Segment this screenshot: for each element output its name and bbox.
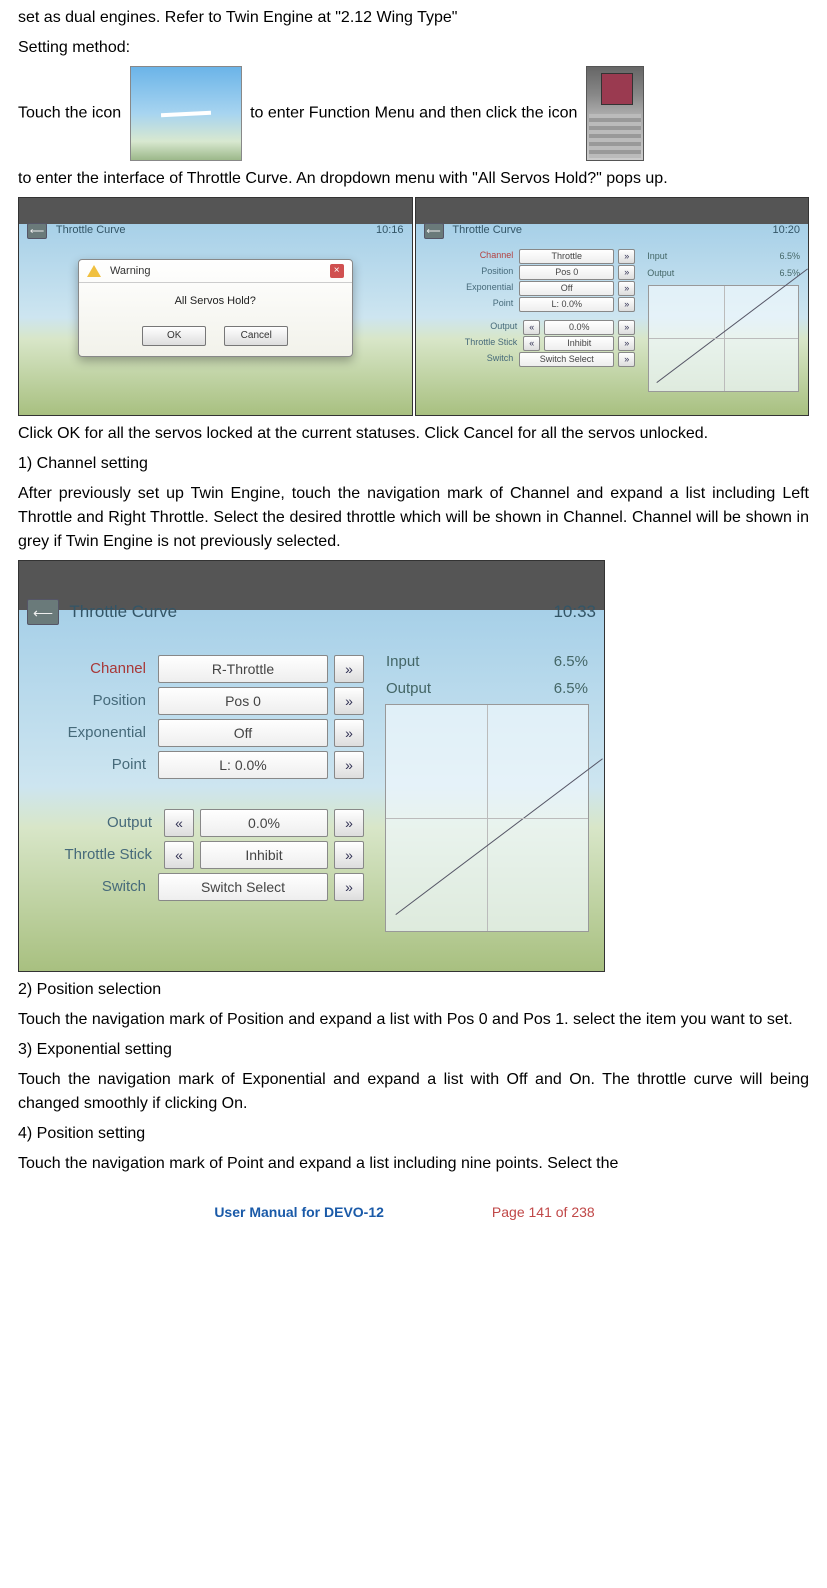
channel-field: Throttle (519, 249, 614, 264)
back-icon[interactable]: ⟵ (27, 223, 47, 239)
input-value: 6.5% (554, 651, 588, 674)
throttle-curve-icon[interactable] (586, 66, 644, 161)
curve-graph (385, 704, 590, 932)
channel-label: Channel (418, 249, 516, 263)
chevron-right-icon[interactable]: » (334, 687, 364, 715)
section4-heading: 4) Position setting (18, 1122, 809, 1146)
section1-heading: 1) Channel setting (18, 452, 809, 476)
output-label: Output (23, 812, 158, 835)
cancel-button[interactable]: Cancel (224, 326, 288, 346)
para-after-pair: Click OK for all the servos locked at th… (18, 422, 809, 446)
chevron-left-icon[interactable]: « (164, 841, 194, 869)
page-number: Page 141 of 238 (474, 1202, 613, 1223)
output-label: Output (647, 267, 674, 281)
clock: 10:33 (553, 599, 596, 625)
chevron-right-icon[interactable]: » (334, 719, 364, 747)
text-between-icons: to enter Function Menu and then click th… (250, 105, 577, 122)
screen-title: Throttle Curve (69, 602, 177, 621)
warning-icon (87, 265, 101, 277)
clock: 10:20 (772, 222, 800, 239)
exponential-label: Exponential (418, 281, 516, 295)
chevron-right-icon[interactable]: » (618, 336, 635, 351)
chevron-right-icon[interactable]: » (334, 655, 364, 683)
section3-body: Touch the navigation mark of Exponential… (18, 1068, 809, 1116)
page-footer: User Manual for DEVO-12 Page 141 of 238 (0, 1182, 827, 1243)
input-value: 6.5% (779, 250, 800, 264)
screenshot-channel-setting: ⟵ Throttle Curve 10:33 Channel R-Throttl… (18, 560, 605, 972)
section3-heading: 3) Exponential setting (18, 1038, 809, 1062)
chevron-left-icon[interactable]: « (523, 336, 540, 351)
input-label: Input (647, 250, 667, 264)
chevron-right-icon[interactable]: » (618, 281, 635, 296)
section2-body: Touch the navigation mark of Position an… (18, 1008, 809, 1032)
curve-graph (648, 285, 799, 392)
chevron-left-icon[interactable]: « (523, 320, 540, 335)
exponential-label: Exponential (23, 722, 152, 745)
output-value: 6.5% (779, 267, 800, 281)
output-value: 6.5% (554, 678, 588, 701)
position-label: Position (23, 690, 152, 713)
touch-icon-paragraph: Touch the icon to enter Function Menu an… (18, 66, 809, 161)
setting-method: Setting method: (18, 36, 809, 60)
intro-line1: set as dual engines. Refer to Twin Engin… (18, 6, 809, 30)
chevron-right-icon[interactable]: » (334, 809, 364, 837)
output-field: 0.0% (200, 809, 328, 837)
output-label: Output (418, 320, 520, 334)
section4-body: Touch the navigation mark of Point and e… (18, 1152, 809, 1176)
chevron-left-icon[interactable]: « (164, 809, 194, 837)
manual-name: User Manual for DEVO-12 (214, 1202, 384, 1223)
warning-label: Warning (110, 265, 151, 277)
switch-field[interactable]: Switch Select (519, 352, 614, 367)
chevron-right-icon[interactable]: » (618, 265, 635, 280)
close-icon[interactable]: × (330, 264, 344, 278)
position-label: Position (418, 265, 516, 279)
function-menu-icon[interactable] (130, 66, 242, 161)
exponential-field: Off (158, 719, 328, 747)
after-icon2-paragraph: to enter the interface of Throttle Curve… (18, 167, 809, 191)
position-field: Pos 0 (158, 687, 328, 715)
clock: 10:16 (376, 222, 404, 239)
throttle-stick-label: Throttle Stick (418, 336, 520, 350)
titlebar: ⟵ Throttle Curve 10:20 (416, 220, 809, 242)
text-before-icon1: Touch the icon (18, 105, 121, 122)
warning-message: All Servos Hold? (79, 283, 352, 320)
throttle-stick-field: Inhibit (200, 841, 328, 869)
ok-button[interactable]: OK (142, 326, 206, 346)
exponential-field: Off (519, 281, 614, 296)
chevron-right-icon[interactable]: » (334, 751, 364, 779)
point-field: L: 0.0% (519, 297, 614, 312)
screenshot-pair: ⟵ Throttle Curve 10:16 Warning × All Ser… (18, 197, 809, 416)
titlebar: ⟵ Throttle Curve 10:16 (19, 220, 412, 242)
chevron-right-icon[interactable]: » (618, 320, 635, 335)
switch-label: Switch (23, 876, 152, 899)
output-label: Output (386, 678, 431, 701)
screen-title: Throttle Curve (452, 224, 522, 236)
chevron-right-icon[interactable]: » (334, 873, 364, 901)
channel-field: R-Throttle (158, 655, 328, 683)
position-field: Pos 0 (519, 265, 614, 280)
input-label: Input (386, 651, 419, 674)
chevron-right-icon[interactable]: » (618, 297, 635, 312)
back-icon[interactable]: ⟵ (424, 223, 444, 239)
throttle-stick-label: Throttle Stick (23, 844, 158, 867)
chevron-right-icon[interactable]: » (618, 249, 635, 264)
point-label: Point (23, 754, 152, 777)
section1-body: After previously set up Twin Engine, tou… (18, 482, 809, 554)
screen-title: Throttle Curve (56, 224, 126, 236)
switch-label: Switch (418, 352, 516, 366)
section2-heading: 2) Position selection (18, 978, 809, 1002)
switch-field[interactable]: Switch Select (158, 873, 328, 901)
screenshot-warning: ⟵ Throttle Curve 10:16 Warning × All Ser… (18, 197, 413, 416)
throttle-stick-field: Inhibit (544, 336, 614, 351)
point-label: Point (418, 297, 516, 311)
chevron-right-icon[interactable]: » (618, 352, 635, 367)
screenshot-throttle-settings: ⟵ Throttle Curve 10:20 Channel Throttle … (415, 197, 810, 416)
output-field: 0.0% (544, 320, 614, 335)
chevron-right-icon[interactable]: » (334, 841, 364, 869)
warning-dialog: Warning × All Servos Hold? OK Cancel (78, 259, 353, 357)
channel-label: Channel (23, 658, 152, 681)
titlebar: ⟵ Throttle Curve 10:33 (19, 594, 604, 630)
point-field: L: 0.0% (158, 751, 328, 779)
back-icon[interactable]: ⟵ (27, 599, 59, 625)
